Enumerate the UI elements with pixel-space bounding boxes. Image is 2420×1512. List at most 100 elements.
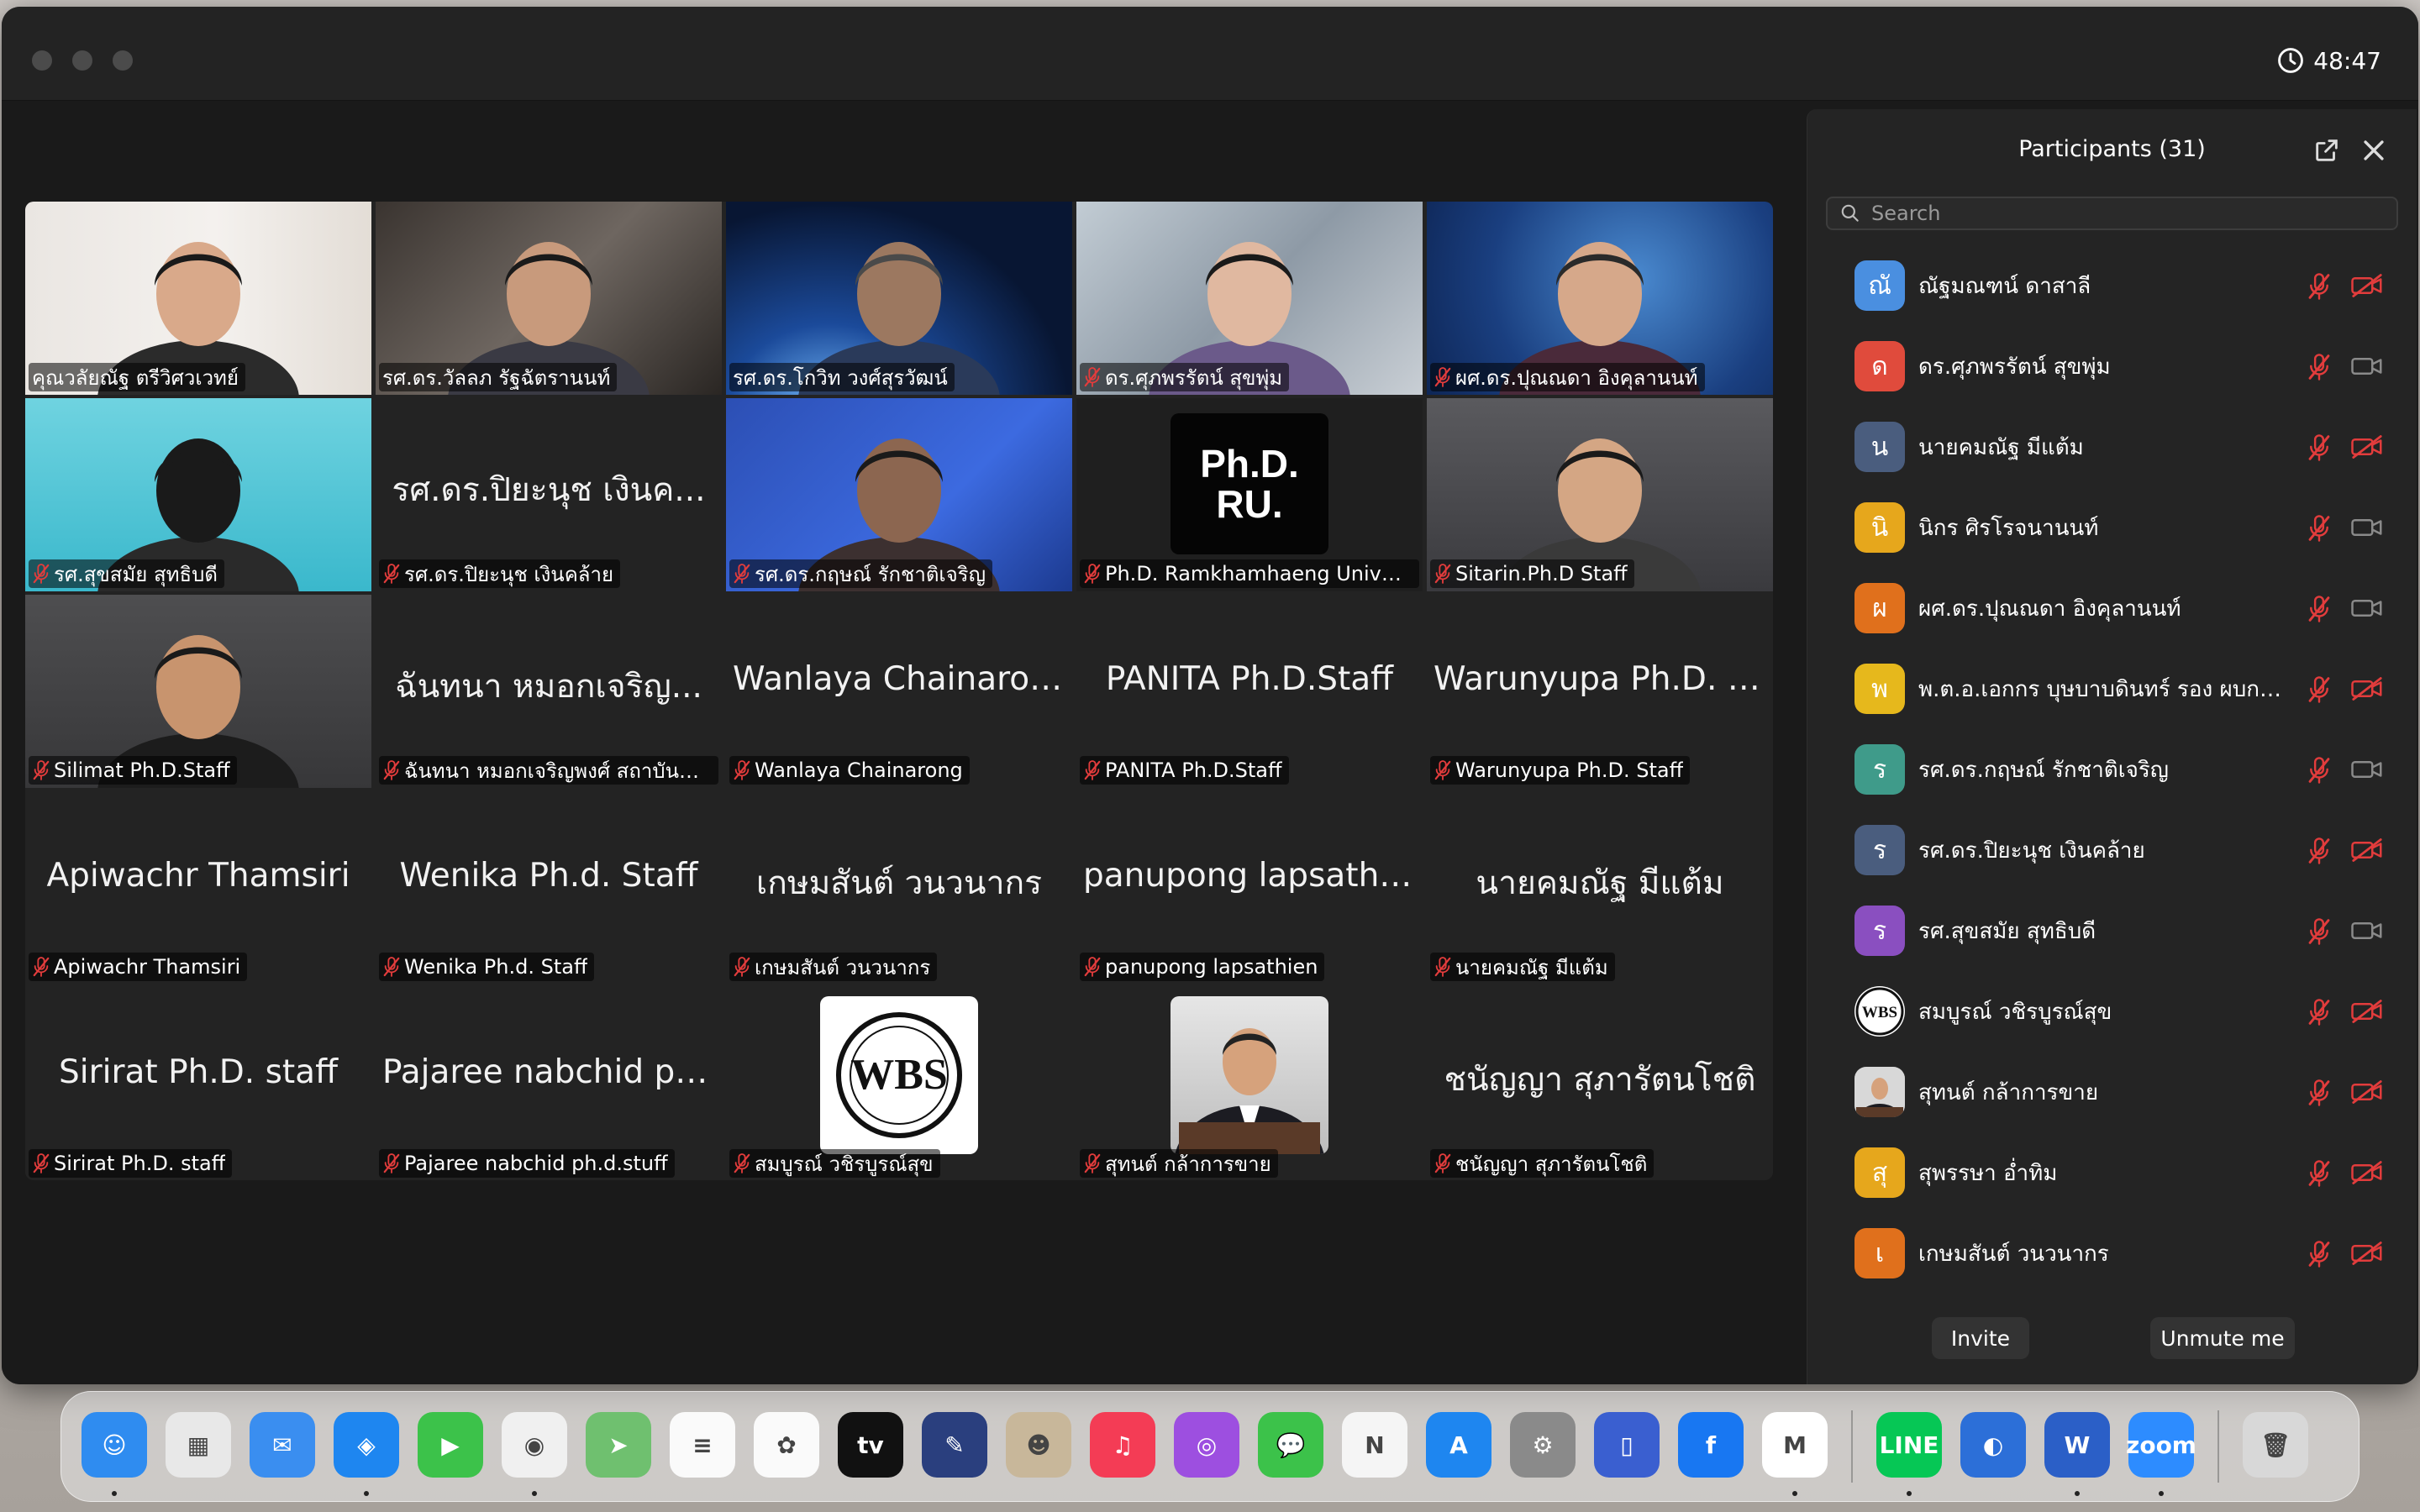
- avatar-initial: ร: [1872, 916, 1887, 946]
- name-label: panupong lapsathien: [1080, 953, 1325, 981]
- name-label-text: Silimat Ph.D.Staff: [54, 759, 230, 782]
- participant-tile[interactable]: Ph.D. RU. Ph.D. Ramkhamhaeng University: [1076, 398, 1423, 591]
- participant-tile[interactable]: นายคมณัฐ มีแต้ม นายคมณัฐ มีแต้ม: [1427, 791, 1773, 984]
- participant-tile[interactable]: เกษมสันต์ วนวนากร เกษมสันต์ วนวนากร: [726, 791, 1072, 984]
- mail-icon[interactable]: ✉: [250, 1412, 315, 1478]
- contacts-icon[interactable]: ☻: [1006, 1412, 1071, 1478]
- muted-mic-icon: [1084, 1153, 1101, 1173]
- participant-row[interactable]: น นายคมณัฐ มีแต้ม: [1807, 407, 2417, 487]
- simulator-icon[interactable]: ▯: [1594, 1412, 1660, 1478]
- maps-icon[interactable]: ➤: [586, 1412, 651, 1478]
- participant-tile[interactable]: Pajaree nabchid ph... Pajaree nabchid ph.…: [376, 988, 722, 1180]
- participant-row[interactable]: สุ สุพรรษา อ่ำทิม: [1807, 1132, 2417, 1213]
- participant-tile[interactable]: WBS สมบูรณ์ วชิรบูรณ์สุข: [726, 988, 1072, 1180]
- system-settings-icon[interactable]: ⚙: [1510, 1412, 1576, 1478]
- participant-tile[interactable]: ชนัญญา สุภารัตนโชติ ชนัญญา สุภารัตนโชติ: [1427, 988, 1773, 1180]
- podcasts-icon[interactable]: ◎: [1174, 1412, 1239, 1478]
- video-off-icon: [2351, 1242, 2382, 1265]
- launchpad-icon[interactable]: ▦: [166, 1412, 231, 1478]
- participant-search[interactable]: [1826, 197, 2398, 230]
- participant-tile[interactable]: Warunyupa Ph.D. S... Warunyupa Ph.D. Staf…: [1427, 595, 1773, 788]
- participant-row[interactable]: WBS สมบูรณ์ วชิรบูรณ์สุข: [1807, 971, 2417, 1052]
- participant-name: นายคมณัฐ มีแต้ม: [1918, 435, 2084, 460]
- chrome-icon[interactable]: ◉: [502, 1412, 567, 1478]
- zoom-window-button[interactable]: [113, 50, 133, 71]
- participant-tile[interactable]: รศ.สุขสมัย สุทธิบดี: [25, 398, 371, 591]
- muted-mic-icon: [33, 760, 50, 780]
- name-label-text: PANITA Ph.D.Staff: [1105, 759, 1282, 782]
- participant-tile[interactable]: ดร.ศุภพรรัตน์ สุขพุ่ม: [1076, 202, 1423, 395]
- close-window-button[interactable]: [32, 50, 52, 71]
- app-store-icon[interactable]: A: [1426, 1412, 1491, 1478]
- muted-mic-icon: [1434, 564, 1451, 584]
- name-label: รศ.ดร.วัลลภ รัฐฉัตรานนท์: [379, 363, 618, 391]
- webcam-app-icon[interactable]: ◐: [1960, 1412, 2026, 1478]
- participant-tile[interactable]: คุณวลัยณัฐ ตรีวิศวเวทย์: [25, 202, 371, 395]
- participant-row[interactable]: นิ นิกร ศิรโรจนานนท์: [1807, 487, 2417, 568]
- running-indicator: [532, 1491, 537, 1496]
- notes-app-icon[interactable]: ✎: [922, 1412, 987, 1478]
- participant-row[interactable]: ร รศ.สุขสมัย สุทธิบดี: [1807, 890, 2417, 971]
- avatar-initial: ผ: [1872, 593, 1887, 623]
- photos-icon[interactable]: ✿: [754, 1412, 819, 1478]
- participant-row[interactable]: ผ ผศ.ดร.ปุณณดา อิงคุลานนท์: [1807, 568, 2417, 648]
- muted-mic-icon: [383, 957, 400, 977]
- participant-row[interactable]: ร รศ.ดร.ปิยะนุช เงินคล้าย: [1807, 810, 2417, 890]
- gmail-icon[interactable]: M: [1762, 1412, 1828, 1478]
- participant-tile[interactable]: Sirirat Ph.D. staff Sirirat Ph.D. staff: [25, 988, 371, 1180]
- minimize-window-button[interactable]: [72, 50, 92, 71]
- name-label: Wenika Ph.d. Staff: [379, 953, 595, 981]
- reminders-icon[interactable]: ≡: [670, 1412, 735, 1478]
- participant-tile[interactable]: PANITA Ph.D.Staff PANITA Ph.D.Staff: [1076, 595, 1423, 788]
- news-icon[interactable]: N: [1342, 1412, 1407, 1478]
- participant-tile[interactable]: ผศ.ดร.ปุณณดา อิงคุลานนท์: [1427, 202, 1773, 395]
- muted-mic-icon: [2308, 676, 2330, 703]
- participant-tile[interactable]: Sitarin.Ph.D Staff: [1427, 398, 1773, 591]
- participant-tile[interactable]: panupong lapsathi... panupong lapsathien: [1076, 791, 1423, 984]
- name-label: สมบูรณ์ วชิรบูรณ์สุข: [729, 1149, 940, 1178]
- portrait-photo: [1171, 996, 1328, 1154]
- participant-tile[interactable]: รศ.ดร.ปิยะนุช เงินค... รศ.ดร.ปิยะนุช เงิน…: [376, 398, 722, 591]
- search-input[interactable]: [1871, 202, 2291, 225]
- finder-icon[interactable]: ☺: [82, 1412, 147, 1478]
- messages-icon[interactable]: 💬: [1258, 1412, 1323, 1478]
- participant-tile[interactable]: สุทนต์ กล้าการขาย: [1076, 988, 1423, 1180]
- muted-mic-icon: [2308, 596, 2330, 622]
- avatar: WBS: [1854, 986, 1905, 1037]
- avatar: เ: [1854, 1228, 1905, 1278]
- trash-icon[interactable]: 🗑: [2243, 1412, 2308, 1478]
- participant-row[interactable]: ร รศ.ดร.กฤษณ์ รักชาติเจริญ: [1807, 729, 2417, 810]
- pop-out-icon[interactable]: [2312, 136, 2341, 165]
- participant-tile[interactable]: Wenika Ph.d. Staff Wenika Ph.d. Staff: [376, 791, 722, 984]
- zoom-icon[interactable]: zoom: [2126, 1412, 2196, 1478]
- participant-display-name: นายคมณัฐ มีแต้ม: [1476, 864, 1724, 902]
- facetime-icon[interactable]: ▶: [418, 1412, 483, 1478]
- participant-row[interactable]: เ เกษมสันต์ วนวนากร: [1807, 1213, 2417, 1278]
- music-icon[interactable]: ♫: [1090, 1412, 1155, 1478]
- name-label-text: นายคมณัฐ มีแต้ม: [1455, 955, 1608, 979]
- participant-tile[interactable]: Wanlaya Chainarong Wanlaya Chainarong: [726, 595, 1072, 788]
- video-grid: คุณวลัยณัฐ ตรีวิศวเวทย์ รศ.ดร.วัลลภ รัฐฉั…: [25, 202, 1773, 1180]
- facebook-icon[interactable]: f: [1678, 1412, 1744, 1478]
- participant-row[interactable]: พ พ.ต.อ.เอกกร บุษบาบดินทร์ รอง ผบก ต...: [1807, 648, 2417, 729]
- participant-tile[interactable]: Apiwachr Thamsiri Apiwachr Thamsiri: [25, 791, 371, 984]
- invite-button[interactable]: Invite: [1932, 1317, 2029, 1359]
- participant-tile[interactable]: ฉันทนา หมอกเจริญ... ฉันทนา หมอกเจริญพงศ์ …: [376, 595, 722, 788]
- participant-row[interactable]: ณั ณัฐมณฑน์ ดาสาลี: [1807, 245, 2417, 326]
- participant-tile[interactable]: รศ.ดร.โกวิท วงศ์สุรวัฒน์: [726, 202, 1072, 395]
- participant-tile[interactable]: รศ.ดร.วัลลภ รัฐฉัตรานนท์: [376, 202, 722, 395]
- tv-icon[interactable]: tv: [838, 1412, 903, 1478]
- video-icon: [2351, 922, 2382, 939]
- line-icon[interactable]: LINE: [1876, 1412, 1942, 1478]
- unmute-me-button[interactable]: Unmute me: [2150, 1317, 2295, 1359]
- name-label-text: รศ.ดร.วัลลภ รัฐฉัตรานนท์: [382, 365, 611, 390]
- close-icon[interactable]: [2360, 136, 2388, 165]
- word-icon[interactable]: W: [2044, 1412, 2110, 1478]
- safari-icon[interactable]: ◈: [334, 1412, 399, 1478]
- participant-tile[interactable]: รศ.ดร.กฤษณ์ รักชาติเจริญ: [726, 398, 1072, 591]
- participant-row[interactable]: ด ดร.ศุภพรรัตน์ สุขพุ่ม: [1807, 326, 2417, 407]
- muted-mic-icon: [1434, 957, 1451, 977]
- participant-row[interactable]: สุทนต์ กล้าการขาย: [1807, 1052, 2417, 1132]
- participant-tile[interactable]: Silimat Ph.D.Staff: [25, 595, 371, 788]
- muted-mic-icon: [2308, 757, 2330, 784]
